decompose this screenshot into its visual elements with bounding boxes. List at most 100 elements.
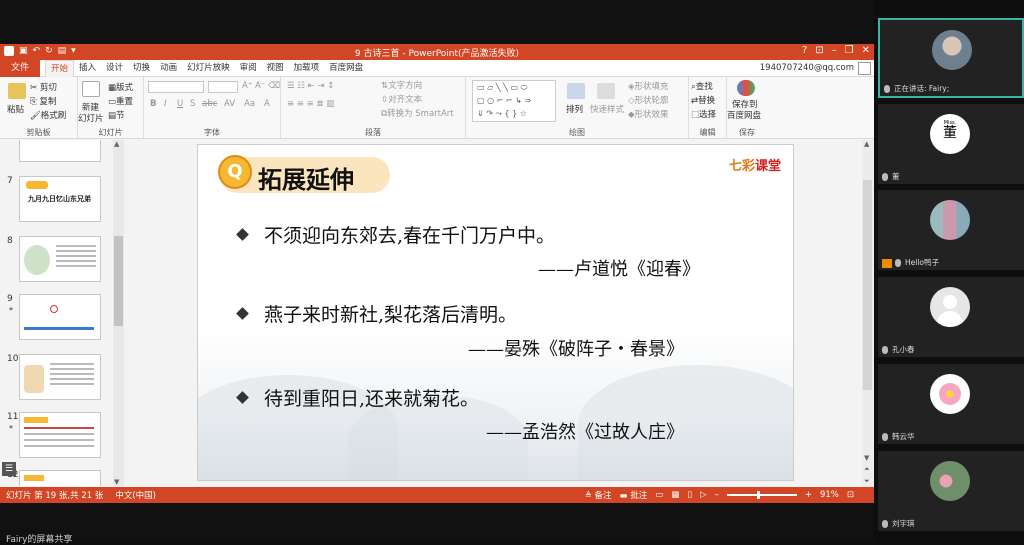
find-button[interactable]: ⌕查找	[691, 80, 713, 92]
participant-tile[interactable]: 刘宇琪	[878, 451, 1024, 531]
reset-button[interactable]: ▭重置	[108, 95, 133, 107]
shadow-icon[interactable]: S	[190, 99, 195, 109]
participant-tile[interactable]: 孔小春	[878, 277, 1024, 357]
strikethrough-icon[interactable]: abc	[202, 99, 217, 109]
slide-thumbnail-partial[interactable]	[19, 140, 101, 162]
tab-file[interactable]: 文件	[0, 60, 40, 77]
next-slide-icon[interactable]: ⏷	[864, 477, 870, 486]
paste-button[interactable]: 粘贴	[7, 103, 24, 115]
participant-tile[interactable]: Miss. 董 董	[878, 104, 1024, 184]
align-text-button[interactable]: ⇳对齐文本	[381, 93, 422, 105]
close-icon[interactable]: ✕	[862, 45, 870, 56]
tab-3[interactable]: 切换	[128, 60, 155, 77]
underline-icon[interactable]: U	[177, 99, 183, 109]
grow-font-icon[interactable]: A⁺ A⁻ ⌫	[242, 81, 280, 91]
shape-fill-button[interactable]: ◈形状填充	[628, 80, 669, 92]
participant-tile[interactable]: 韩云华	[878, 364, 1024, 444]
normal-view-icon[interactable]: ▭	[655, 490, 663, 500]
account-email[interactable]: 1940707240@qq.com	[760, 63, 854, 73]
poem-source: ——晏殊《破阵子・春景》	[468, 339, 684, 360]
smartart-button[interactable]: ⧉转换为 SmartArt	[381, 107, 454, 119]
tab-2[interactable]: 设计	[101, 60, 128, 77]
notes-button[interactable]: ≜ 备注	[585, 489, 612, 501]
zoom-slider[interactable]	[726, 491, 797, 499]
shape-effects-button[interactable]: ◆形状效果	[628, 108, 669, 120]
slide-thumbnail[interactable]	[19, 412, 101, 458]
menu-icon[interactable]: ☰	[2, 462, 16, 476]
text-direction-button[interactable]: ⇅文字方向	[381, 79, 422, 91]
scroll-down-icon[interactable]: ▼	[864, 454, 869, 462]
thumbnail-scroll-thumb[interactable]	[114, 236, 123, 326]
paragraph-group-label: 段落	[365, 128, 381, 137]
zoom-slider-thumb[interactable]	[756, 491, 760, 499]
editor-scrollbar[interactable]: ▲ ▼ ⏶ ⏷	[862, 140, 873, 486]
participant-tile[interactable]: Hello鸭子	[878, 190, 1024, 270]
arrange-icon[interactable]	[567, 83, 585, 99]
copy-button[interactable]: ⎘ 复制	[30, 95, 57, 107]
fit-to-window-icon[interactable]: ⊡	[847, 490, 854, 500]
participant-tile[interactable]: 正在讲话: Fairy;	[878, 18, 1024, 98]
bullet-icon	[236, 307, 249, 320]
cut-button[interactable]: ✂ 剪切	[30, 81, 57, 93]
font-size-dropdown[interactable]	[208, 81, 238, 93]
new-slide-icon[interactable]	[82, 81, 100, 97]
zoom-level[interactable]: 91%	[820, 490, 839, 500]
slide-thumbnail[interactable]	[19, 236, 101, 282]
slideshow-icon[interactable]: ▷	[700, 490, 707, 500]
layout-button[interactable]: ▦版式	[108, 81, 133, 93]
save-to-label-2[interactable]: 百度网盘	[727, 109, 761, 121]
tab-1[interactable]: 插入	[74, 60, 101, 77]
font-name-dropdown[interactable]	[148, 81, 204, 93]
quick-styles-button[interactable]: 快速样式	[590, 103, 624, 115]
scroll-down-icon[interactable]: ▼	[114, 478, 119, 486]
tab-9[interactable]: 百度网盘	[324, 60, 368, 77]
new-slide-label-2[interactable]: 幻灯片	[78, 112, 104, 124]
thumbnail-scrollbar[interactable]: ▲ ▼	[113, 140, 124, 486]
char-spacing-icon[interactable]: AV	[224, 99, 235, 109]
arrange-button[interactable]: 排列	[566, 103, 583, 115]
editor-scroll-thumb[interactable]	[863, 180, 872, 390]
thumbnail-number: 8	[7, 236, 13, 246]
select-button[interactable]: ⬚选择	[691, 108, 716, 120]
paste-icon[interactable]	[8, 83, 26, 99]
previous-slide-icon[interactable]: ⏶	[864, 465, 870, 474]
help-icon[interactable]: ?	[802, 45, 807, 56]
slide-thumbnail[interactable]	[19, 294, 101, 340]
tab-7[interactable]: 视图	[262, 60, 289, 77]
slide-thumbnail[interactable]: 九月九日忆山东兄弟	[19, 176, 101, 222]
tab-0[interactable]: 开始	[45, 60, 75, 77]
scroll-up-icon[interactable]: ▲	[114, 140, 119, 148]
account-avatar[interactable]	[858, 62, 871, 75]
replace-button[interactable]: ⇄替换	[691, 94, 715, 106]
font-group: A⁺ A⁻ ⌫ B I U S abc AV Aa A 字体	[144, 77, 281, 139]
italic-icon[interactable]: I	[164, 99, 167, 109]
align-icons[interactable]: ≡ ≡ ≡ ≣ ▥	[287, 99, 334, 109]
minimize-icon[interactable]: –	[832, 45, 837, 56]
language-indicator[interactable]: 中文(中国)	[115, 489, 156, 501]
bullets-icon[interactable]: ☰ ☷ ⇤ ⇥ ↕	[287, 81, 334, 91]
zoom-out-icon[interactable]: –	[715, 490, 719, 500]
ribbon-display-icon[interactable]: ⊡	[815, 45, 823, 56]
slide-thumbnail-partial[interactable]	[19, 470, 101, 486]
screen-share-label: Fairy的屏幕共享	[6, 535, 73, 545]
reading-view-icon[interactable]: ▯	[687, 490, 692, 500]
font-color-icon[interactable]: A	[264, 99, 270, 109]
shapes-gallery[interactable]: ▭ ▱ ╲ ╲ ▭ ⬭ ▢ ○ ⌐ ⌐ ↳ ⇒ ⇓ ↷ ⤳ { } ☆	[472, 80, 556, 122]
slide-thumbnail[interactable]	[19, 354, 101, 400]
maximize-icon[interactable]: ❐	[845, 45, 854, 56]
format-painter-button[interactable]: 🖌格式刷	[30, 109, 66, 121]
tab-8[interactable]: 加载项	[289, 60, 325, 77]
quick-styles-icon[interactable]	[597, 83, 615, 99]
shape-outline-button[interactable]: ◇形状轮廓	[628, 94, 669, 106]
bold-icon[interactable]: B	[150, 99, 156, 109]
tab-4[interactable]: 动画	[155, 60, 182, 77]
slide-sorter-icon[interactable]: ▦	[671, 490, 679, 500]
scroll-up-icon[interactable]: ▲	[864, 140, 869, 148]
zoom-in-icon[interactable]: +	[805, 490, 812, 500]
section-button[interactable]: ▤节	[108, 109, 125, 121]
tab-5[interactable]: 幻灯片放映	[182, 60, 235, 77]
tab-6[interactable]: 审阅	[235, 60, 262, 77]
comments-button[interactable]: ▬ 批注	[620, 489, 648, 501]
baidu-cloud-icon[interactable]	[737, 80, 755, 96]
change-case-icon[interactable]: Aa	[244, 99, 255, 109]
